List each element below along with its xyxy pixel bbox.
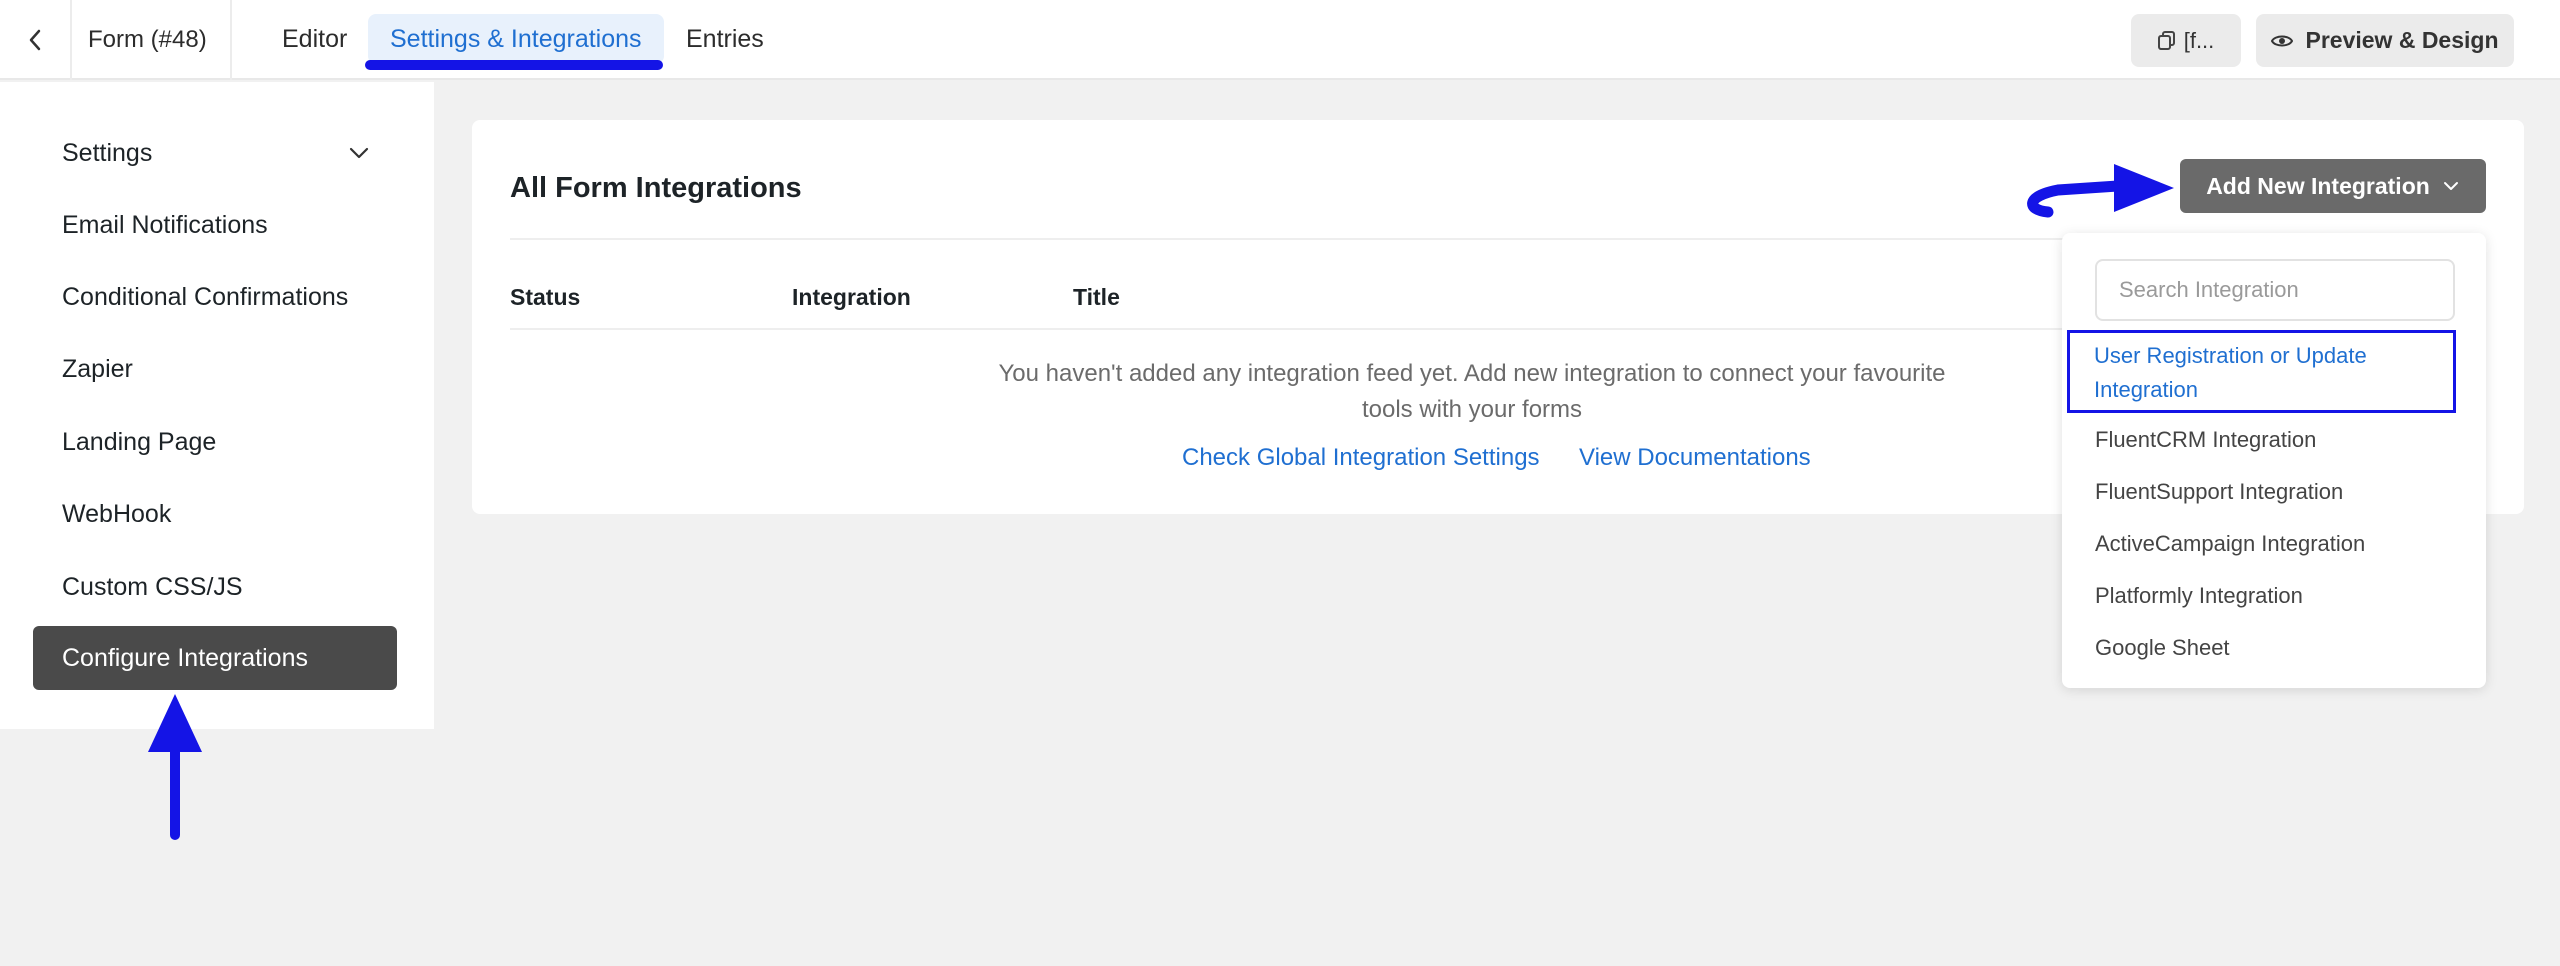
sidebar-item-conditional-confirmations[interactable]: Conditional Confirmations xyxy=(33,265,397,329)
add-new-integration-button[interactable]: Add New Integration xyxy=(2180,159,2486,213)
chevron-left-icon xyxy=(29,29,41,51)
integration-dropdown: User Registration or Update Integration … xyxy=(2062,233,2486,688)
annotation-underline xyxy=(365,60,663,70)
view-documentations-link[interactable]: View Documentations xyxy=(1579,444,1811,472)
dropdown-item-google-sheet[interactable]: Google Sheet xyxy=(2095,631,2455,665)
tab-settings-integrations[interactable]: Settings & Integrations xyxy=(368,14,664,64)
annotation-arrow-up xyxy=(148,694,202,840)
top-bar: Form (#48) Editor Settings & Integration… xyxy=(0,0,2560,80)
sidebar-item-zapier[interactable]: Zapier xyxy=(33,337,397,401)
global-integration-settings-link[interactable]: Check Global Integration Settings xyxy=(1182,444,1540,472)
sidebar-item-label: Settings xyxy=(62,138,153,167)
dropdown-item-platformly[interactable]: Platformly Integration xyxy=(2095,579,2455,613)
chevron-down-icon xyxy=(349,147,369,159)
dropdown-item-activecampaign[interactable]: ActiveCampaign Integration xyxy=(2095,527,2455,561)
annotation-arrow-right xyxy=(2027,164,2174,218)
sidebar-item-custom-css-js[interactable]: Custom CSS/JS xyxy=(33,555,397,619)
settings-sidebar: Settings Email Notifications Conditional… xyxy=(0,82,434,729)
column-header-status: Status xyxy=(510,284,581,310)
back-button[interactable] xyxy=(0,0,72,80)
form-title: Form (#48) xyxy=(72,0,232,80)
dropdown-item-user-registration[interactable]: User Registration or Update Integration xyxy=(2067,330,2456,413)
tab-editor[interactable]: Editor xyxy=(260,14,369,64)
column-header-integration: Integration xyxy=(792,284,911,310)
page-title: All Form Integrations xyxy=(510,172,802,204)
sidebar-item-landing-page[interactable]: Landing Page xyxy=(33,410,397,474)
divider xyxy=(510,238,2105,240)
shortcode-button[interactable]: [f... xyxy=(2131,14,2241,67)
dropdown-item-fluentcrm[interactable]: FluentCRM Integration xyxy=(2095,423,2455,457)
copy-icon xyxy=(2157,30,2175,50)
shortcode-label: [f... xyxy=(2183,27,2215,53)
sidebar-item-settings[interactable]: Settings xyxy=(33,121,397,185)
column-header-title: Title xyxy=(1073,284,1120,310)
divider xyxy=(510,328,2105,330)
add-new-integration-label: Add New Integration xyxy=(2206,172,2430,199)
preview-design-button[interactable]: Preview & Design xyxy=(2256,14,2514,67)
tab-entries[interactable]: Entries xyxy=(664,14,786,64)
preview-design-label: Preview & Design xyxy=(2305,27,2499,53)
eye-icon xyxy=(2271,35,2294,46)
sidebar-item-email-notifications[interactable]: Email Notifications xyxy=(33,193,397,257)
search-integration-input[interactable] xyxy=(2095,259,2455,321)
sidebar-item-webhook[interactable]: WebHook xyxy=(33,482,397,546)
sidebar-item-configure-integrations[interactable]: Configure Integrations xyxy=(33,626,397,690)
chevron-down-icon xyxy=(2443,182,2458,190)
empty-state-message: You haven't added any integration feed y… xyxy=(998,360,1946,423)
dropdown-item-fluentsupport[interactable]: FluentSupport Integration xyxy=(2095,475,2455,509)
